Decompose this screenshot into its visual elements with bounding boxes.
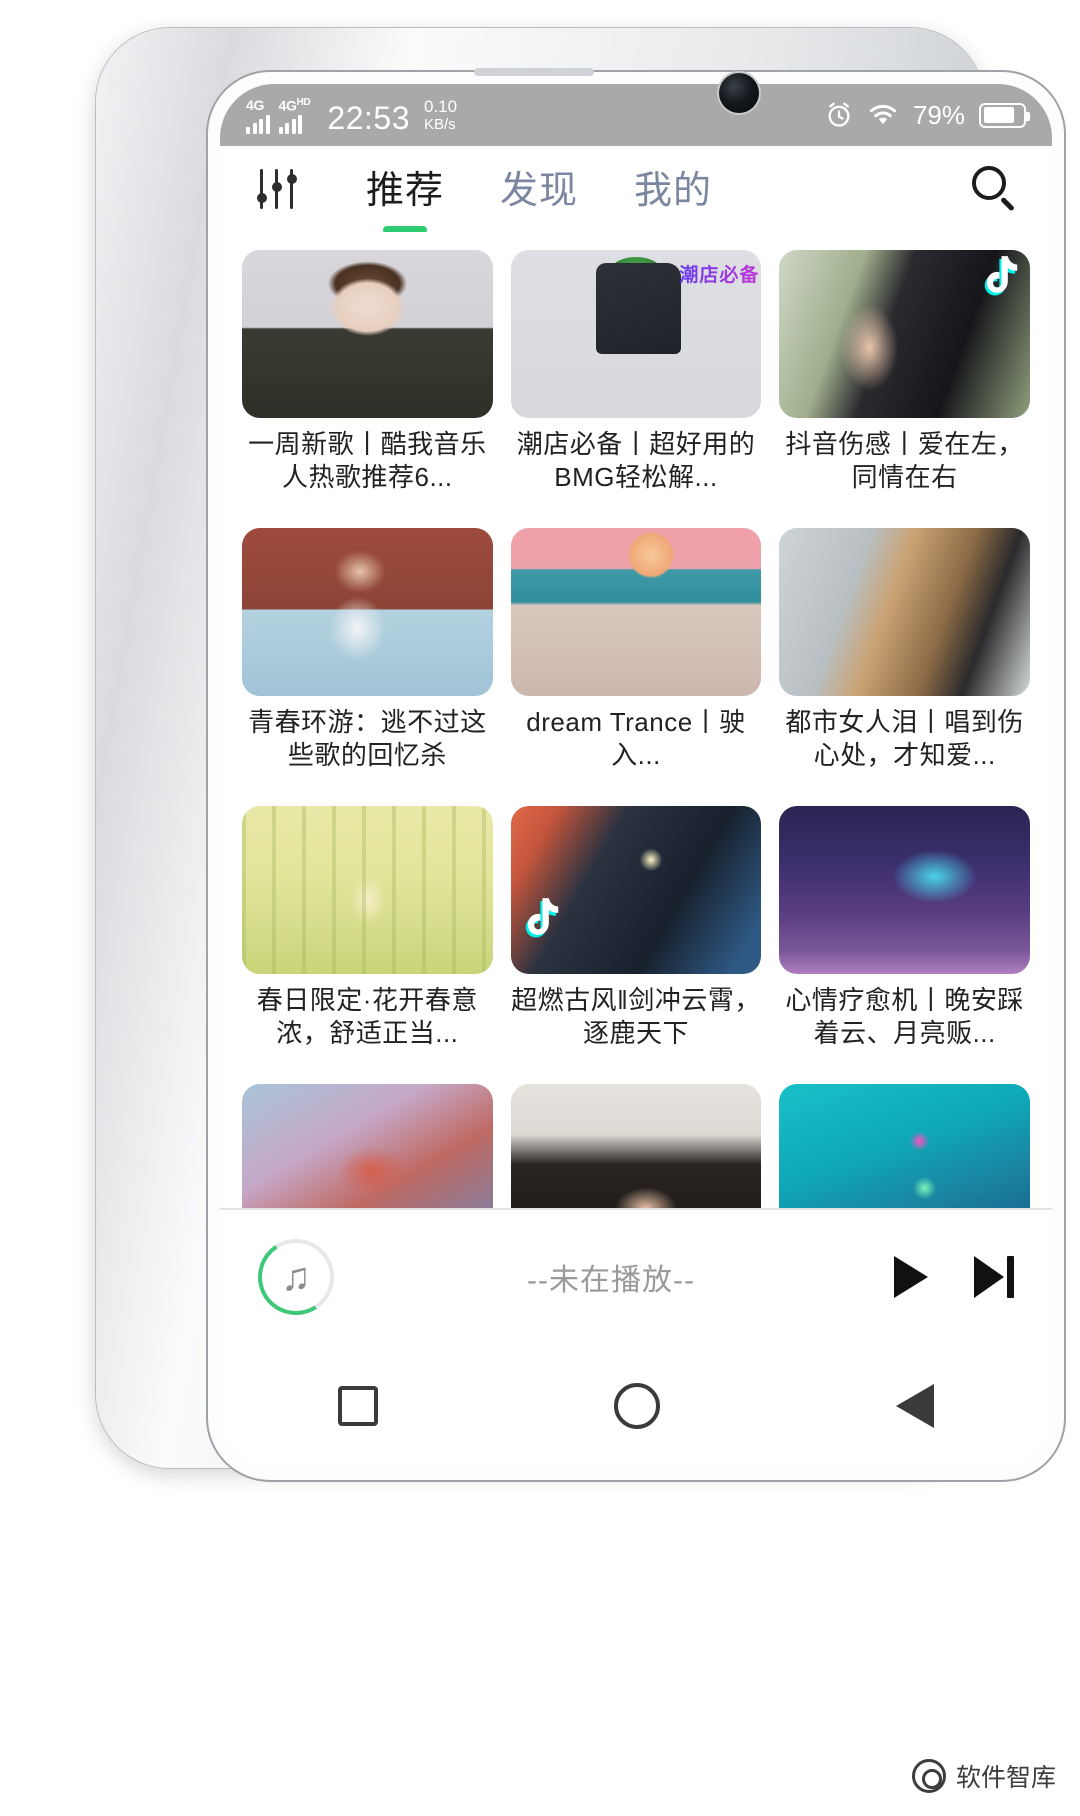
signal-bars-2 bbox=[278, 114, 302, 135]
wifi-icon bbox=[869, 104, 896, 125]
phone-screen: 4G 4GHD 22:53 0.10 KB/s 79% 推荐 发现 我的 一周新… bbox=[220, 84, 1052, 1468]
network-speed-value: 0.10 bbox=[424, 97, 458, 117]
playlist-card[interactable]: 春日限定·花开春意浓，舒适正当... bbox=[242, 806, 493, 1050]
playlist-title: 超燃古风‖剑冲云霄，逐鹿天下 bbox=[511, 985, 761, 1048]
tiktok-icon bbox=[525, 898, 558, 938]
playlist-title: 一周新歌丨酷我音乐人热歌推荐6... bbox=[248, 429, 487, 492]
recents-button[interactable] bbox=[338, 1386, 378, 1426]
playlist-card[interactable]: 潮店必备 潮店必备丨超好用的BMG轻松解... bbox=[510, 250, 762, 494]
phone-frame: 4G 4GHD 22:53 0.10 KB/s 79% 推荐 发现 我的 一周新… bbox=[96, 28, 1066, 1482]
tiktok-icon bbox=[984, 256, 1018, 296]
mini-player-bar[interactable]: ♫ --未在播放-- bbox=[220, 1208, 1052, 1344]
player-controls bbox=[894, 1256, 1014, 1298]
network-type-2: 4GHD bbox=[278, 96, 311, 114]
app-top-bar: 推荐 发现 我的 bbox=[220, 146, 1052, 234]
playlist-thumbnail bbox=[242, 528, 493, 696]
playlist-thumbnail bbox=[779, 250, 1030, 418]
playlist-card[interactable]: 一周新歌丨酷我音乐人热歌推荐6... bbox=[242, 250, 493, 494]
network-speed: 0.10 KB/s bbox=[424, 98, 457, 132]
tab-recommend[interactable]: 推荐 bbox=[366, 159, 445, 234]
playlist-card[interactable]: 超燃古风‖剑冲云霄，逐鹿天下 bbox=[510, 806, 762, 1050]
signal-1: 4G bbox=[246, 97, 270, 135]
playlist-title: 潮店必备丨超好用的BMG轻松解... bbox=[516, 429, 756, 492]
status-bar-right: 79% bbox=[825, 99, 1030, 131]
playlist-card[interactable]: 抖音伤感丨爱在左，同情在右 bbox=[779, 250, 1030, 494]
home-button[interactable] bbox=[614, 1383, 660, 1429]
search-icon[interactable] bbox=[970, 165, 1018, 213]
tab-bar: 推荐 发现 我的 bbox=[366, 159, 712, 234]
playlist-thumbnail bbox=[242, 806, 493, 974]
now-playing-title: --未在播放-- bbox=[527, 1264, 695, 1297]
next-track-button[interactable] bbox=[974, 1256, 1014, 1298]
tab-discover[interactable]: 发现 bbox=[500, 159, 578, 220]
playlist-thumbnail bbox=[510, 806, 762, 974]
playlist-title: 都市女人泪丨唱到伤心处，才知爱... bbox=[785, 707, 1024, 770]
network-speed-unit: KB/s bbox=[424, 116, 456, 134]
watermark: 软件智库 bbox=[911, 1758, 1056, 1794]
tab-recommend-label: 推荐 bbox=[366, 169, 445, 212]
playlist-title: 春日限定·花开春意浓，舒适正当... bbox=[256, 985, 478, 1048]
earpiece-speaker bbox=[474, 68, 594, 76]
playlist-thumbnail: 潮店必备 bbox=[510, 250, 762, 418]
play-button[interactable] bbox=[894, 1256, 928, 1298]
clock: 22:53 bbox=[327, 100, 410, 137]
playlist-grid: 一周新歌丨酷我音乐人热歌推荐6... 潮店必备 潮店必备丨超好用的BMG轻松解.… bbox=[220, 232, 1052, 1252]
watermark-logo-icon bbox=[911, 1759, 946, 1793]
status-bar-left: 4G 4GHD 22:53 0.10 KB/s bbox=[246, 96, 457, 135]
tab-mine[interactable]: 我的 bbox=[634, 159, 712, 220]
tab-mine-label: 我的 bbox=[634, 169, 713, 212]
playlist-thumbnail bbox=[242, 250, 493, 418]
front-camera bbox=[719, 73, 759, 113]
playlist-thumbnail bbox=[779, 528, 1030, 696]
network-type-1: 4G bbox=[246, 97, 265, 114]
equalizer-icon[interactable] bbox=[254, 169, 300, 209]
album-cover-placeholder[interactable]: ♫ bbox=[250, 1231, 342, 1323]
playlist-card[interactable]: 青春环游：逃不过这些歌的回忆杀 bbox=[242, 528, 493, 772]
playlist-title: 心情疗愈机丨晚安踩着云、月亮贩... bbox=[785, 985, 1024, 1048]
battery-icon bbox=[979, 102, 1030, 128]
playlist-card[interactable]: 心情疗愈机丨晚安踩着云、月亮贩... bbox=[779, 806, 1030, 1050]
playlist-title: 青春环游：逃不过这些歌的回忆杀 bbox=[248, 707, 487, 770]
playlist-title: dream Trance丨驶入... bbox=[526, 707, 746, 770]
signal-2: 4GHD bbox=[278, 96, 311, 135]
signal-bars-1 bbox=[246, 114, 270, 135]
battery-percent: 79% bbox=[912, 99, 965, 130]
playlist-scroll-area[interactable]: 一周新歌丨酷我音乐人热歌推荐6... 潮店必备 潮店必备丨超好用的BMG轻松解.… bbox=[220, 232, 1052, 1320]
alarm-icon bbox=[828, 102, 850, 127]
status-bar: 4G 4GHD 22:53 0.10 KB/s 79% bbox=[220, 84, 1052, 146]
watermark-text: 软件智库 bbox=[955, 1764, 1056, 1792]
back-button[interactable] bbox=[896, 1384, 934, 1428]
playlist-thumbnail bbox=[510, 528, 762, 696]
android-nav-bar bbox=[220, 1344, 1052, 1468]
playlist-card[interactable]: 都市女人泪丨唱到伤心处，才知爱... bbox=[779, 528, 1030, 772]
thumbnail-overlay-text: 潮店必备 bbox=[679, 260, 759, 287]
tab-discover-label: 发现 bbox=[500, 169, 579, 212]
playlist-thumbnail bbox=[779, 806, 1030, 974]
playlist-title: 抖音伤感丨爱在左，同情在右 bbox=[785, 429, 1024, 492]
playlist-card[interactable]: dream Trance丨驶入... bbox=[510, 528, 762, 772]
